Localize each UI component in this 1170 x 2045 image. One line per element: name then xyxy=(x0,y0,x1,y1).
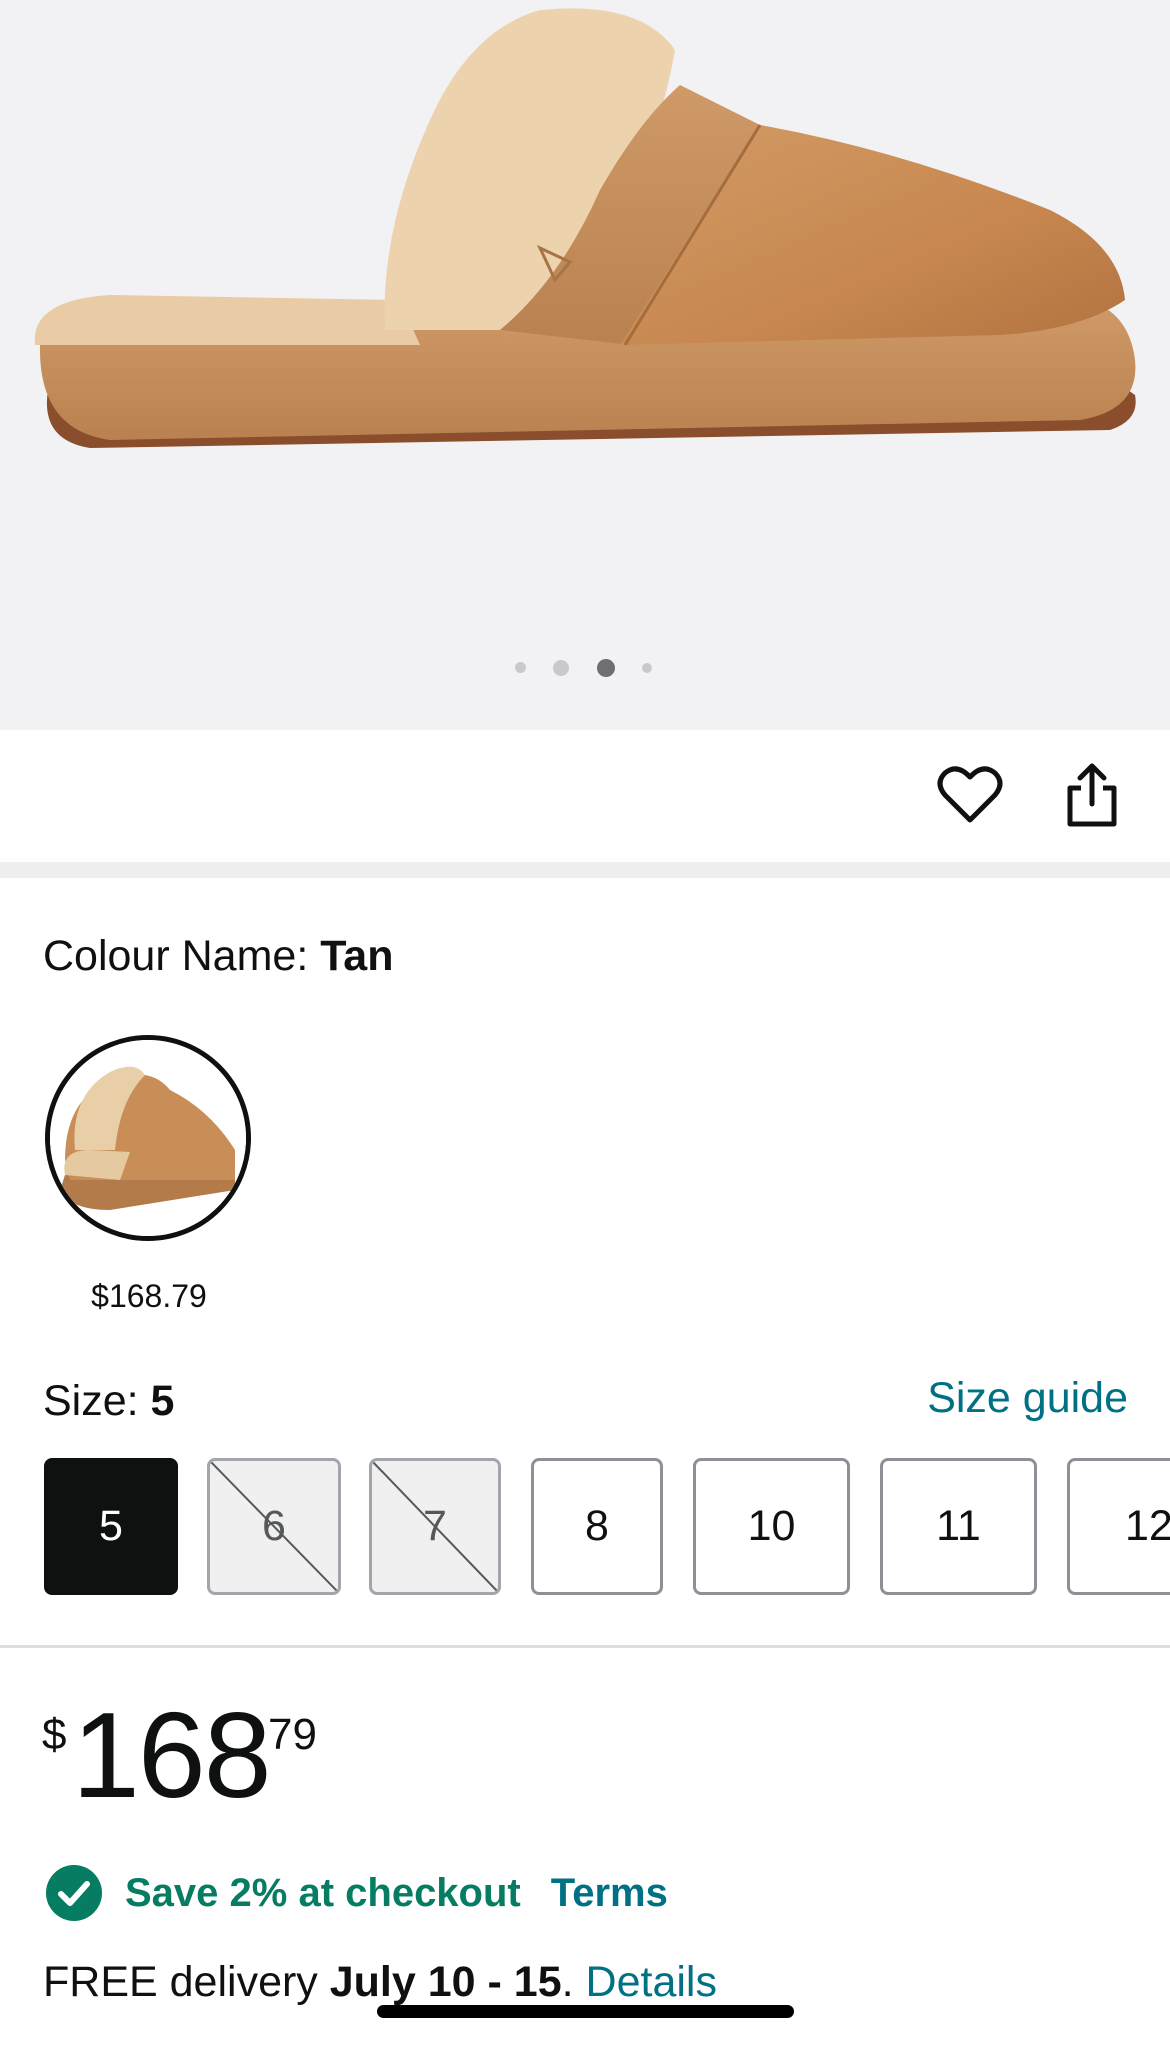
price-whole: 168 xyxy=(72,1687,272,1823)
size-value: 5 xyxy=(150,1377,175,1425)
checkout-savings-promo: Save 2% at checkout Terms xyxy=(46,1865,668,1921)
size-option-label: 5 xyxy=(99,1502,123,1550)
size-heading: Size: 5 xyxy=(43,1375,174,1427)
product-actions-bar xyxy=(0,730,1170,862)
delivery-separator: . xyxy=(561,1958,586,2006)
delivery-dates: July 10 - 15 xyxy=(329,1958,562,2006)
delivery-details-link[interactable]: Details xyxy=(586,1958,717,2006)
delivery-prefix: FREE delivery xyxy=(43,1958,330,2006)
size-label: Size: xyxy=(43,1377,151,1425)
carousel-dot[interactable] xyxy=(515,662,526,673)
section-divider xyxy=(0,1645,1170,1648)
section-divider xyxy=(0,862,1170,878)
home-indicator[interactable] xyxy=(377,2005,794,2018)
size-option-5[interactable]: 5 xyxy=(44,1458,178,1595)
size-option-10[interactable]: 10 xyxy=(693,1458,850,1595)
share-icon xyxy=(1067,763,1117,827)
wishlist-button[interactable] xyxy=(930,755,1010,835)
carousel-dot-active[interactable] xyxy=(597,659,615,677)
size-option-11[interactable]: 11 xyxy=(880,1458,1037,1595)
unavailable-strike-icon xyxy=(210,1461,338,1592)
size-option-label: 10 xyxy=(747,1502,796,1550)
size-option-label: 11 xyxy=(936,1502,981,1550)
size-option-label: 8 xyxy=(585,1502,609,1550)
check-circle-icon xyxy=(46,1865,102,1921)
price-fraction: 79 xyxy=(268,1710,317,1759)
colour-label: Colour Name: xyxy=(43,932,321,980)
size-option-8[interactable]: 8 xyxy=(531,1458,663,1595)
unavailable-strike-icon xyxy=(372,1461,498,1592)
size-option-6[interactable]: 6 xyxy=(207,1458,341,1595)
swatch-price: $168.79 xyxy=(91,1278,207,1314)
product-image-gallery[interactable] xyxy=(0,0,1170,730)
colour-value: Tan xyxy=(320,932,394,980)
carousel-dot[interactable] xyxy=(553,660,569,676)
colour-name-heading: Colour Name: Tan xyxy=(43,930,393,982)
terms-link[interactable]: Terms xyxy=(551,1871,668,1916)
size-option-label: 12 xyxy=(1125,1502,1170,1550)
carousel-indicator[interactable] xyxy=(0,657,1170,677)
carousel-dot[interactable] xyxy=(642,663,652,673)
size-option-7[interactable]: 7 xyxy=(369,1458,501,1595)
price-currency: $ xyxy=(42,1710,67,1759)
product-image xyxy=(34,8,1136,448)
savings-text: Save 2% at checkout xyxy=(125,1870,521,1915)
colour-swatch-tan[interactable] xyxy=(45,1035,251,1241)
heart-outline-icon xyxy=(937,766,1003,823)
swatch-thumbnail xyxy=(50,1040,246,1236)
size-guide-link[interactable]: Size guide xyxy=(927,1372,1128,1424)
delivery-info: FREE delivery July 10 - 15. Details xyxy=(43,1954,717,2010)
share-button[interactable] xyxy=(1052,755,1132,835)
size-option-12[interactable]: 12 xyxy=(1067,1458,1170,1595)
